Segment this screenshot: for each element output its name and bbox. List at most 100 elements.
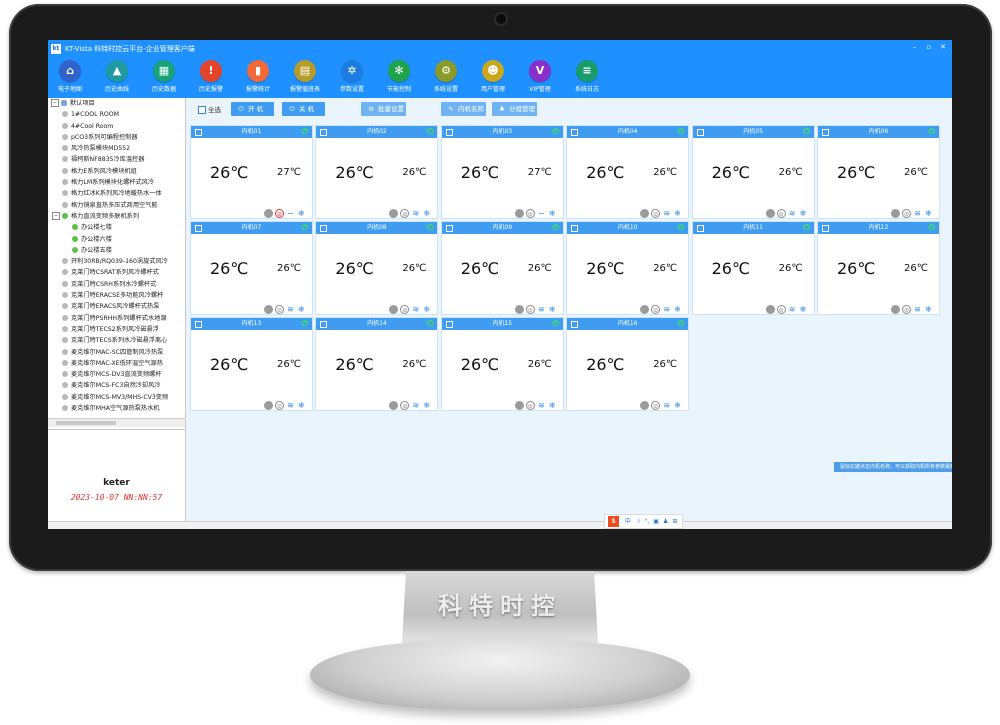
toolbar-button-calendar[interactable]: ▤ 报警值班表 [285, 60, 325, 93]
close-button[interactable]: ✕ [938, 43, 948, 51]
unit-select-checkbox[interactable] [195, 321, 202, 328]
toolbar-button-snowflake[interactable]: ✻ 节能控制 [379, 60, 419, 93]
collapse-toggle-icon[interactable]: − [51, 99, 59, 107]
tree-item[interactable]: − 格力直流变频多联机系列 [48, 211, 185, 222]
indoor-unit-card[interactable]: 内机15 ⏻ 26℃ 26℃ ⊘ ≋ ❄ [440, 317, 564, 411]
indoor-unit-card[interactable]: 内机01 ⏻ 26℃ 27℃ ⊘ ∽ ❄ [190, 125, 313, 219]
indoor-unit-card[interactable]: 内机09 ⏻ 26℃ 26℃ ⊘ ≋ ❄ [440, 221, 564, 315]
tree-item[interactable]: 格力红冰K系列风冷地暖热水一体 [48, 188, 185, 199]
unit-select-checkbox[interactable] [696, 129, 704, 136]
unit-select-checkbox[interactable] [445, 225, 453, 232]
power-toggle-icon[interactable]: ⏻ [427, 318, 433, 330]
tree-item[interactable]: 克莱门特TECS2系列风冷磁悬浮 [48, 324, 185, 335]
sogou-ime-icon[interactable]: S [608, 516, 619, 527]
tree-item[interactable]: 格力镜泉直热多压式商用空气能 [48, 200, 185, 211]
toolbar-button-settings[interactable]: ⚙ 系统设置 [426, 60, 466, 93]
indoor-unit-card[interactable]: 内机05 ⏻ 26℃ 26℃ ⊘ ≋ ❄ [691, 125, 815, 219]
unit-select-checkbox[interactable] [571, 129, 579, 136]
unit-name[interactable]: 内机15 [492, 320, 512, 327]
power-toggle-icon[interactable]: ⏻ [929, 126, 935, 138]
tree-item[interactable]: pCO3系列可编程控制器 [48, 132, 185, 143]
unit-name[interactable]: 内机07 [242, 224, 262, 231]
unit-select-checkbox[interactable] [822, 129, 829, 136]
toolbar-button-chart-area[interactable]: ▲ 历史曲线 [97, 60, 137, 93]
tree-item[interactable]: 麦克维尔MCS-FC3自然冷却风冷 [48, 380, 185, 391]
indoor-unit-card[interactable]: 内机07 ⏻ 26℃ 26℃ ⊘ ≋ ❄ [190, 221, 313, 315]
unit-select-checkbox[interactable] [445, 321, 453, 328]
tree-item[interactable]: 麦克维尔MAC-XE低环温空气源热 [48, 358, 185, 369]
toolbar-button-alert[interactable]: ! 历史报警 [191, 60, 231, 93]
indoor-unit-card[interactable]: 内机08 ⏻ 26℃ 26℃ ⊘ ≋ ❄ [315, 221, 439, 315]
power-toggle-icon[interactable]: ⏻ [803, 222, 809, 234]
ime-tool-icon[interactable]: ▣ [653, 518, 659, 525]
indoor-unit-card[interactable]: 内机11 ⏻ 26℃ 26℃ ⊘ ≋ ❄ [691, 221, 815, 315]
tree-item[interactable]: 麦克维尔MHA空气源热泵热水机 [48, 403, 185, 414]
ime-tool-icon[interactable]: ♟ [663, 518, 668, 525]
ime-toolbar[interactable]: S 中 ☽ °, ▣ ♟ ⊞ [604, 514, 684, 529]
indoor-unit-card[interactable]: 内机06 ⏻ 26℃ 26℃ ⊘ ≋ ❄ [817, 125, 940, 219]
tree-item[interactable]: 1#COOL ROOM [48, 109, 185, 120]
toolbar-button-table[interactable]: ▦ 历史数据 [144, 60, 184, 93]
power-toggle-icon[interactable]: ⏻ [302, 318, 308, 330]
toolbar-button-bar-chart[interactable]: ▮ 报警统计 [238, 60, 278, 93]
unit-name[interactable]: 内机12 [869, 224, 889, 231]
maximize-button[interactable]: ▫ [924, 43, 934, 51]
unit-select-checkbox[interactable] [571, 225, 579, 232]
unit-name[interactable]: 内机06 [869, 128, 889, 135]
collapse-toggle-icon[interactable]: − [52, 211, 60, 220]
unit-select-checkbox[interactable] [195, 129, 202, 136]
power-toggle-icon[interactable]: ⏻ [678, 222, 684, 234]
unit-name[interactable]: 内机05 [743, 128, 763, 135]
unit-name[interactable]: 内机13 [242, 320, 262, 327]
tree-item[interactable]: 4#Cool Room [48, 121, 185, 132]
group-manage-button[interactable]: ♣ 分组管理 [492, 102, 537, 116]
minimize-button[interactable]: – [910, 43, 920, 51]
tree-item[interactable]: 麦克维尔MCS-DV3直流变频螺杆 [48, 369, 185, 380]
unit-name[interactable]: 内机08 [367, 224, 387, 231]
scrollbar-thumb[interactable] [56, 421, 116, 425]
unit-select-checkbox[interactable] [445, 129, 453, 136]
power-toggle-icon[interactable]: ⏻ [427, 126, 433, 138]
indoor-unit-card[interactable]: 内机16 ⏻ 26℃ 26℃ ⊘ ≋ ❄ [566, 317, 690, 411]
power-toggle-icon[interactable]: ⏻ [552, 126, 558, 138]
unit-select-checkbox[interactable] [320, 129, 328, 136]
tree-item[interactable]: 克莱门特CSRAT系列风冷螺杆式 [48, 267, 185, 278]
ime-tool-icon[interactable]: ⊞ [672, 518, 677, 525]
ime-tool-icon[interactable]: ☽ [635, 518, 640, 525]
tree-item[interactable]: 开利30RB/RQ039-160涡旋式风冷 [48, 256, 185, 267]
power-toggle-icon[interactable]: ⏻ [302, 222, 308, 234]
tree-item[interactable]: 办公楼七楼 [48, 222, 185, 233]
tree-item[interactable]: 办公楼六楼 [48, 234, 185, 245]
batch-settings-button[interactable]: ⚙ 批量设置 [361, 102, 406, 116]
power-toggle-icon[interactable]: ⏻ [678, 126, 684, 138]
indoor-unit-card[interactable]: 内机12 ⏻ 26℃ 26℃ ⊘ ≋ ❄ [817, 221, 940, 315]
unit-name[interactable]: 内机03 [492, 128, 512, 135]
indoor-unit-card[interactable]: 内机14 ⏻ 26℃ 26℃ ⊘ ≋ ❄ [315, 317, 439, 411]
tree-item[interactable]: 麦克维尔MAC-SC四管制风冷热泵 [48, 347, 185, 358]
unit-name[interactable]: 内机14 [367, 320, 387, 327]
unit-select-checkbox[interactable] [320, 225, 328, 232]
toolbar-button-vip[interactable]: V VIP管理 [520, 60, 560, 93]
power-toggle-icon[interactable]: ⏻ [302, 126, 308, 138]
power-toggle-icon[interactable]: ⏻ [678, 318, 684, 330]
tree-item[interactable]: 格力E系列风冷模块机组 [48, 166, 185, 177]
indoor-unit-card[interactable]: 内机03 ⏻ 26℃ 27℃ ⊘ ∽ ❄ [440, 125, 564, 219]
unit-name[interactable]: 内机01 [242, 128, 262, 135]
power-toggle-icon[interactable]: ⏻ [929, 222, 935, 234]
tree-horizontal-scrollbar[interactable] [48, 418, 185, 427]
power-toggle-icon[interactable]: ⏻ [552, 222, 558, 234]
unit-name[interactable]: 内机02 [367, 128, 387, 135]
tree-item[interactable]: 克莱门特PSRHH系列螺杆式水地源 [48, 313, 185, 324]
unit-name[interactable]: 内机04 [618, 128, 638, 135]
unit-select-checkbox[interactable] [822, 225, 829, 232]
power-off-button[interactable]: ⏻ 关 机 [282, 102, 325, 116]
tree-root[interactable]: − 默认项目 [48, 98, 185, 109]
power-toggle-icon[interactable]: ⏻ [552, 318, 558, 330]
indoor-unit-card[interactable]: 内机10 ⏻ 26℃ 26℃ ⊘ ≋ ❄ [566, 221, 690, 315]
unit-name[interactable]: 内机11 [743, 224, 763, 231]
unit-select-checkbox[interactable] [320, 321, 328, 328]
power-on-button[interactable]: ⏻ 开 机 [231, 102, 274, 116]
unit-name[interactable]: 内机10 [618, 224, 638, 231]
indoor-unit-card[interactable]: 内机04 ⏻ 26℃ 26℃ ⊘ ≋ ❄ [566, 125, 690, 219]
indoor-unit-card[interactable]: 内机13 ⏻ 26℃ 26℃ ⊘ ≋ ❄ [190, 317, 313, 411]
